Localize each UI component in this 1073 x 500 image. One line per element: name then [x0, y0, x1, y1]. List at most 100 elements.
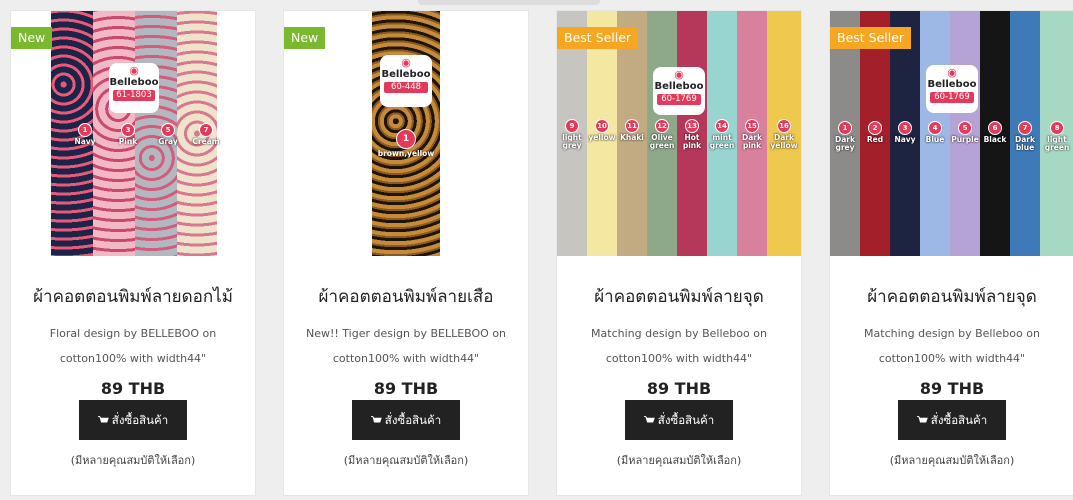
swatch-number: 7 [1018, 121, 1032, 135]
product-title[interactable]: ผ้าคอตตอนพิมพ์ลายจุด [830, 283, 1073, 310]
swatch-label: Dark blue [1015, 135, 1035, 152]
bunny-logo-icon: ◉ [129, 64, 139, 77]
swatch-number: 1 [396, 129, 416, 149]
swatch-label: Hot pink [682, 133, 702, 150]
description-line: Floral design by BELLEBOO on [49, 327, 217, 340]
product-price: 89 THB [919, 379, 985, 398]
badge-best-seller: Best Seller [830, 27, 912, 49]
product-title[interactable]: ผ้าคอตตอนพิมพ์ลายดอกไม้ [11, 283, 255, 310]
swatch-number: 7 [199, 123, 213, 137]
badge-new: New [11, 27, 53, 49]
product-card-dots-dark[interactable]: Best Seller ◉ Belleboo 60-1769 1 Dark gre… [829, 10, 1073, 496]
swatch-number: 9 [565, 119, 579, 133]
product-card-dots-light[interactable]: Best Seller ◉ Belleboo 60-1769 9 light gr… [556, 10, 802, 496]
order-button[interactable]: สั่งซื้อสินค้า [79, 400, 187, 440]
top-scroll-handle[interactable] [418, 0, 600, 5]
product-code: 60-448 [384, 82, 428, 93]
order-button[interactable]: สั่งซื้อสินค้า [625, 400, 733, 440]
brand-name: Belleboo [927, 79, 977, 90]
bunny-logo-icon: ◉ [674, 68, 684, 81]
brand-name: Belleboo [109, 77, 159, 88]
product-price: 89 THB [373, 379, 439, 398]
product-grid: New ◉ Belleboo 61-1803 1 Navy 3 Pink 5 Gray… [10, 10, 1073, 500]
product-image-dots-light[interactable]: Best Seller ◉ Belleboo 60-1769 9 light gr… [557, 11, 801, 256]
shopping-cart-icon [643, 416, 655, 423]
swatch-number: 1 [78, 123, 92, 137]
product-description: Matching design by Belleboo on cotton100… [575, 321, 783, 371]
order-button[interactable]: สั่งซื้อสินค้า [898, 400, 1006, 440]
swatch-labels: 9 light grey 10 yellow 11 Khaki 12 Olive gre… [557, 119, 801, 159]
description-line: cotton100% with width44" [605, 352, 753, 365]
shopping-cart-icon [97, 416, 109, 423]
description-line: cotton100% with width44" [878, 352, 1026, 365]
product-image-tiger[interactable]: New ◉ Belleboo 60-448 1 brown,yellow [284, 11, 528, 256]
order-button-label: สั่งซื้อสินค้า [384, 413, 442, 427]
order-button[interactable]: สั่งซื้อสินค้า [352, 400, 460, 440]
swatch-number: 14 [715, 119, 729, 133]
product-code: 60-1769 [930, 92, 974, 103]
swatch-label: Dark grey [835, 135, 855, 152]
options-note: (มีหลายคุณสมบัติให้เลือก) [343, 454, 469, 467]
swatch-label: Olive green [649, 133, 675, 150]
swatch-label: Navy [74, 137, 96, 146]
brand-tag: ◉ Belleboo 60-1769 [926, 65, 978, 113]
swatch-label: yellow [588, 133, 616, 142]
swatch-labels: 1 brown,yellow [284, 129, 528, 169]
swatch-number: 8 [1050, 121, 1064, 135]
product-price: 89 THB [100, 379, 166, 398]
description-line: cotton100% with width44" [59, 352, 207, 365]
description-line: Matching design by Belleboo on [591, 327, 767, 340]
swatch-label: light green [1044, 135, 1070, 152]
options-note: (มีหลายคุณสมบัติให้เลือก) [616, 454, 742, 467]
swatch-number: 3 [898, 121, 912, 135]
bunny-logo-icon: ◉ [401, 56, 411, 69]
swatch-label: Black [983, 135, 1007, 144]
swatch-labels: 1 Navy 3 Pink 5 Gray 7 Cream [11, 123, 255, 163]
swatch-label: Dark pink [742, 133, 762, 150]
swatch-number: 3 [121, 123, 135, 137]
order-button-label: สั่งซื้อสินค้า [657, 413, 715, 427]
product-image-dots-dark[interactable]: Best Seller ◉ Belleboo 60-1769 1 Dark gre… [830, 11, 1073, 256]
swatch-label: Cream [192, 137, 220, 146]
product-price: 89 THB [646, 379, 712, 398]
swatch-number: 6 [988, 121, 1002, 135]
options-note: (มีหลายคุณสมบัติให้เลือก) [889, 454, 1015, 467]
order-button-label: สั่งซื้อสินค้า [111, 413, 169, 427]
product-title[interactable]: ผ้าคอตตอนพิมพ์ลายเสือ [284, 283, 528, 310]
swatch-number: 4 [928, 121, 942, 135]
swatch-label: Dark yellow [770, 133, 798, 150]
bunny-logo-icon: ◉ [947, 66, 957, 79]
product-card-tiger[interactable]: New ◉ Belleboo 60-448 1 brown,yellow ผ้าค… [283, 10, 529, 496]
description-line: New!! Tiger design by BELLEBOO on [305, 327, 507, 340]
swatch-label: Red [866, 135, 884, 144]
product-card-floral[interactable]: New ◉ Belleboo 61-1803 1 Navy 3 Pink 5 Gray… [10, 10, 256, 496]
swatch-number: 2 [868, 121, 882, 135]
swatch-label: Blue [925, 135, 945, 144]
product-code: 61-1803 [113, 90, 155, 101]
swatch-label: Gray [158, 137, 178, 146]
badge-new: New [284, 27, 326, 49]
product-title[interactable]: ผ้าคอตตอนพิมพ์ลายจุด [557, 283, 801, 310]
options-note: (มีหลายคุณสมบัติให้เลือก) [70, 454, 196, 467]
description-line: cotton100% with width44" [332, 352, 480, 365]
brand-name: Belleboo [381, 69, 431, 80]
shopping-cart-icon [370, 416, 382, 423]
swatch-number: 5 [958, 121, 972, 135]
brand-tag: ◉ Belleboo 60-448 [380, 55, 432, 107]
brand-name: Belleboo [654, 81, 704, 92]
swatch-number: 5 [161, 123, 175, 137]
swatch-number: 15 [745, 119, 759, 133]
product-description: New!! Tiger design by BELLEBOO on cotton… [302, 321, 510, 371]
product-description: Matching design by Belleboo on cotton100… [848, 321, 1056, 371]
badge-best-seller: Best Seller [557, 27, 639, 49]
swatch-number: 1 [838, 121, 852, 135]
product-code: 60-1769 [657, 94, 701, 105]
swatch-number: 11 [625, 119, 639, 133]
swatch-number: 12 [655, 119, 669, 133]
swatch-number: 10 [595, 119, 609, 133]
product-image-floral[interactable]: New ◉ Belleboo 61-1803 1 Navy 3 Pink 5 Gray… [11, 11, 255, 256]
swatch-label: mint green [709, 133, 735, 150]
swatch-label: Navy [894, 135, 916, 144]
brand-tag: ◉ Belleboo 61-1803 [109, 63, 159, 113]
shopping-cart-icon [916, 416, 928, 423]
